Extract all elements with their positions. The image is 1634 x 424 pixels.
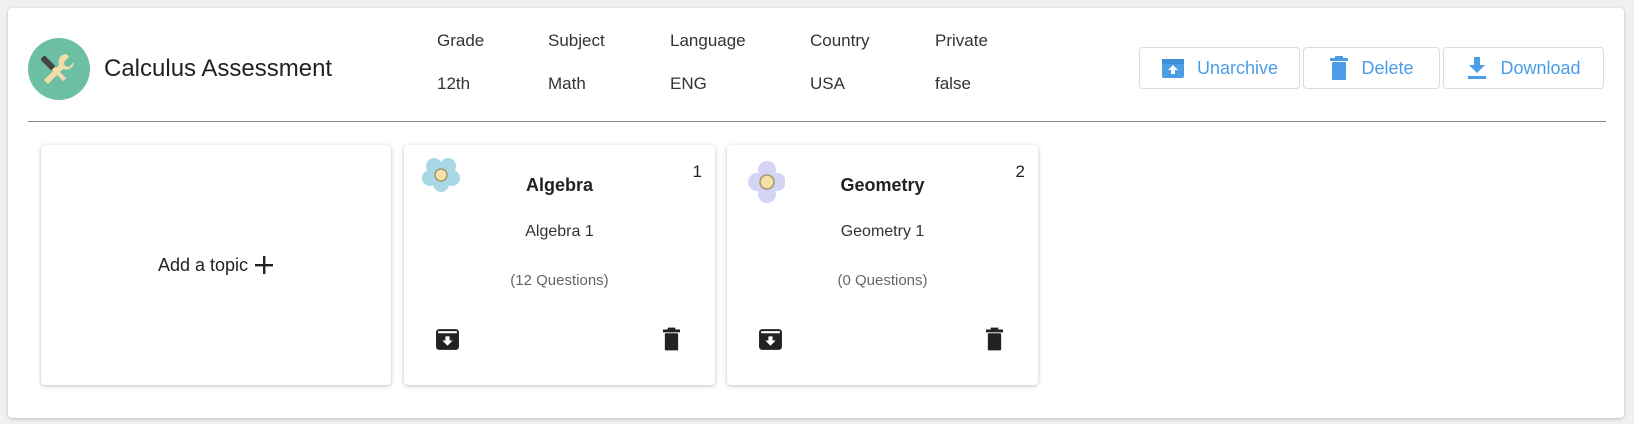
topic-name: Algebra	[525, 175, 594, 195]
topic-subtitle: Geometry 1	[840, 223, 925, 240]
meta-label: Grade	[437, 31, 485, 50]
trash-icon[interactable]	[662, 327, 681, 351]
meta-language: Language ENG	[670, 30, 746, 95]
archive-icon[interactable]	[758, 327, 783, 352]
page-title: Calculus Assessment	[104, 55, 333, 82]
trash-icon[interactable]	[985, 327, 1004, 351]
unarchive-icon	[1161, 59, 1184, 78]
archive-icon[interactable]	[435, 327, 460, 352]
meta-private: Private false	[935, 30, 988, 95]
meta-grade: Grade 12th	[437, 30, 484, 95]
meta-label: Country	[810, 31, 870, 50]
topic-subtitle: Algebra 1	[525, 223, 594, 240]
plus-icon	[254, 255, 274, 275]
add-topic-label: Add a topic	[157, 254, 249, 275]
meta-value: Math	[548, 74, 586, 93]
tools-icon	[28, 38, 90, 100]
meta-label: Language	[670, 31, 746, 50]
delete-button[interactable]: Delete	[1303, 47, 1440, 89]
topic-card-algebra[interactable]: 1 Algebra Algebra 1 (12 Questions)	[404, 145, 715, 385]
meta-country: Country USA	[810, 30, 870, 95]
meta-value: 12th	[437, 74, 471, 93]
unarchive-button[interactable]: Unarchive	[1139, 47, 1300, 89]
download-label: Download	[1500, 57, 1581, 78]
topic-question-count: (12 Questions)	[510, 272, 609, 289]
download-button[interactable]: Download	[1443, 47, 1604, 89]
topic-name: Geometry	[840, 175, 925, 195]
meta-value: ENG	[670, 74, 707, 93]
meta-subject: Subject Math	[548, 30, 605, 95]
download-icon	[1468, 57, 1487, 79]
meta-label: Subject	[548, 31, 605, 50]
add-topic-card[interactable]: Add a topic	[41, 145, 391, 385]
trash-icon	[1330, 56, 1349, 80]
delete-label: Delete	[1361, 57, 1414, 78]
meta-value: USA	[810, 74, 845, 93]
meta-label: Private	[935, 31, 988, 50]
unarchive-label: Unarchive	[1196, 57, 1279, 78]
meta-value: false	[935, 74, 971, 93]
topic-question-count: (0 Questions)	[837, 272, 928, 289]
header-divider	[28, 121, 1606, 122]
topic-card-geometry[interactable]: 2 Geometry Geometry 1 (0 Questions)	[727, 145, 1038, 385]
